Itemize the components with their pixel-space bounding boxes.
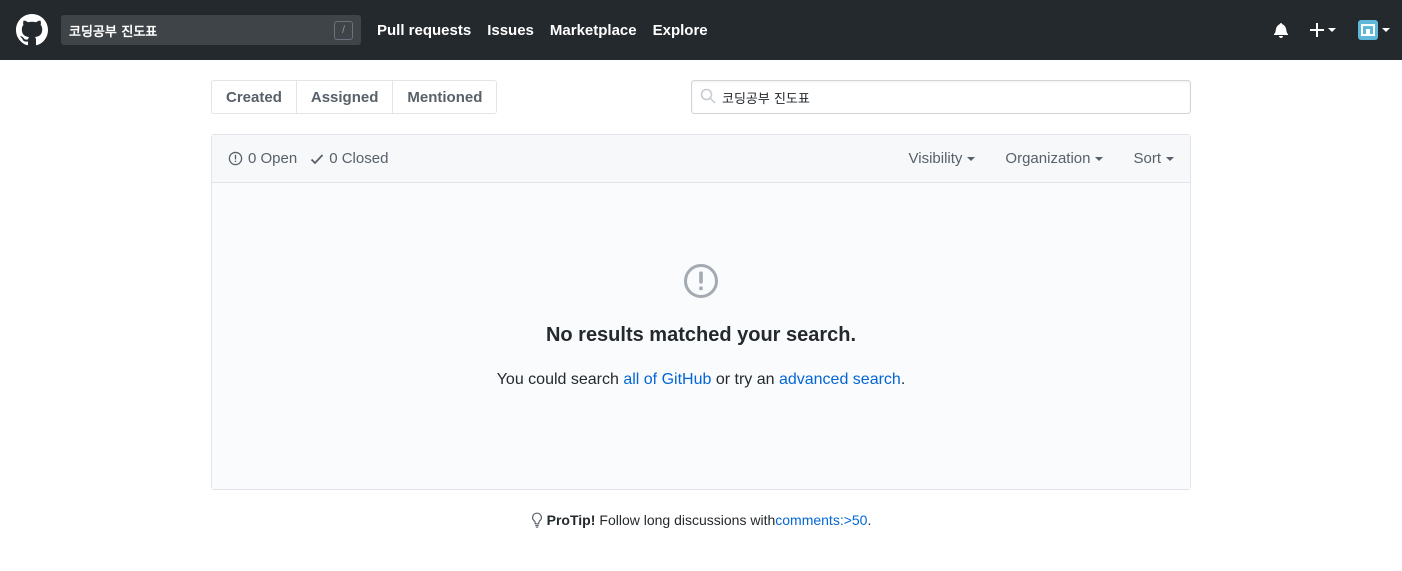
dropdown-filters: Visibility Organization Sort [879,150,1174,167]
protip: ProTip! Follow long discussions with com… [211,512,1191,528]
sort-label: Sort [1133,150,1161,167]
results-box-header: 0 Open 0 Closed Visibility Organization … [212,135,1190,183]
tab-mentioned[interactable]: Mentioned [393,81,496,113]
header-actions [1274,0,1390,60]
chevron-down-icon [1328,28,1336,32]
avatar [1358,20,1378,40]
chevron-down-icon [1382,28,1390,32]
advanced-search-link[interactable]: advanced search [779,371,901,388]
closed-filter[interactable]: 0 Closed [310,150,388,167]
no-results-text: You could search all of GitHub or try an… [497,371,906,389]
issues-search-box [691,80,1191,114]
issue-open-icon [228,151,243,166]
tab-created[interactable]: Created [212,81,297,113]
blankslate: No results matched your search. You coul… [212,183,1190,489]
results-box: 0 Open 0 Closed Visibility Organization … [211,134,1191,490]
light-bulb-icon [531,512,542,528]
header-search-input[interactable]: 코딩공부 진도표 / [61,15,361,45]
chevron-down-icon [967,156,976,161]
organization-dropdown[interactable]: Organization [1005,150,1104,167]
header: 코딩공부 진도표 / Pull requests Issues Marketpl… [0,0,1402,60]
nav-issues[interactable]: Issues [487,22,534,39]
slash-key-hint: / [334,20,353,40]
search-icon [700,88,716,107]
no-results-title: No results matched your search. [545,324,857,346]
open-filter[interactable]: 0 Open [228,150,297,167]
text-suffix: . [900,371,906,388]
bell-icon[interactable] [1274,22,1288,38]
state-filters: 0 Open 0 Closed [228,150,401,167]
sort-dropdown[interactable]: Sort [1133,150,1174,167]
check-icon [311,153,324,164]
protip-text: Follow long discussions with [599,512,776,528]
main-container: Created Assigned Mentioned 0 Open 0 Clos… [211,80,1191,528]
header-search-value: 코딩공부 진도표 [69,24,158,40]
open-count: 0 Open [248,150,298,167]
all-of-github-link[interactable]: all of GitHub [623,371,711,388]
protip-label: ProTip! [546,512,596,528]
protip-suffix: . [867,512,872,528]
user-menu[interactable] [1358,20,1390,40]
chevron-down-icon [1166,156,1174,161]
issues-search-input[interactable] [722,89,1182,105]
text-mid: or try an [711,371,779,388]
plus-icon[interactable] [1310,23,1336,37]
chevron-down-icon [1095,156,1104,161]
alert-circle-icon [683,263,719,302]
nav-pull-requests[interactable]: Pull requests [377,22,471,39]
closed-count: 0 Closed [329,150,389,167]
tab-assigned[interactable]: Assigned [297,81,394,113]
subnav-tabs: Created Assigned Mentioned [211,80,498,114]
subnav: Created Assigned Mentioned [211,80,1191,114]
header-nav: Pull requests Issues Marketplace Explore [377,22,724,39]
organization-label: Organization [1005,150,1091,167]
nav-marketplace[interactable]: Marketplace [550,22,637,39]
github-logo-icon[interactable] [16,14,48,46]
visibility-label: Visibility [908,150,963,167]
comments-link[interactable]: comments:>50 [775,512,867,528]
visibility-dropdown[interactable]: Visibility [909,150,976,167]
text-prefix: You could search [496,371,624,388]
nav-explore[interactable]: Explore [653,22,708,39]
